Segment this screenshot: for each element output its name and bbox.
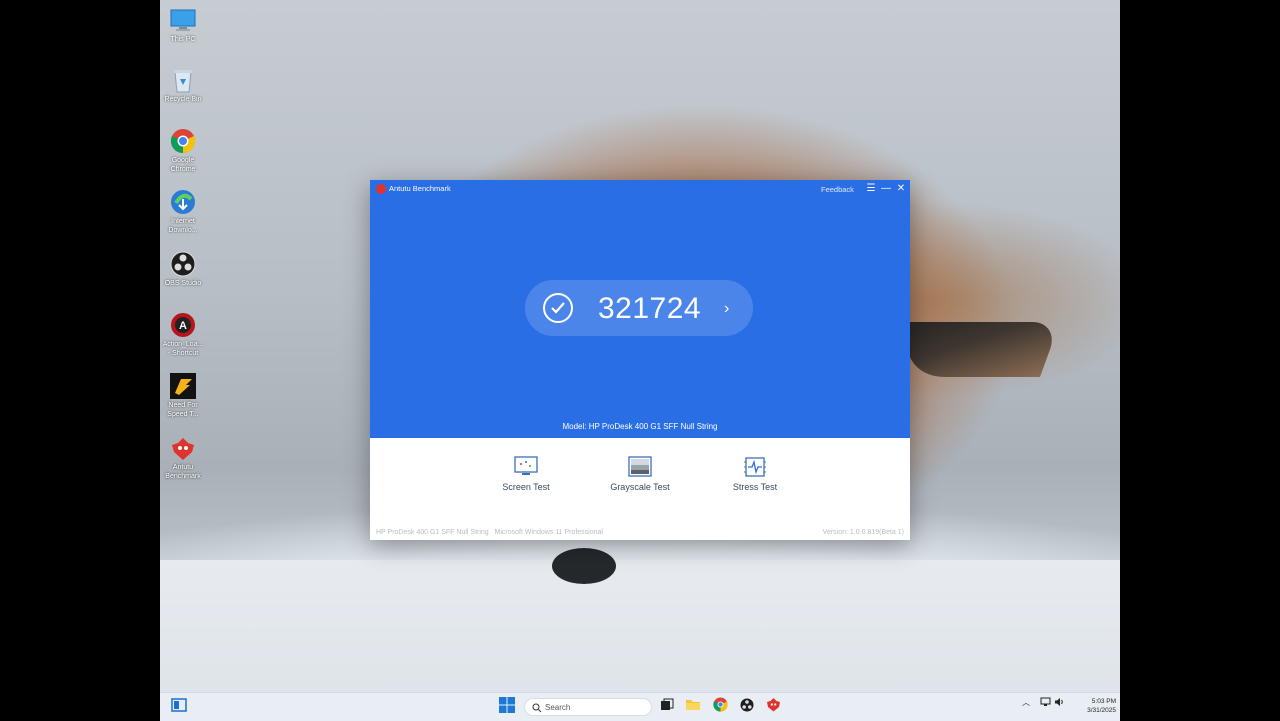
svg-text:A: A — [179, 320, 187, 332]
antutu-icon — [169, 434, 197, 462]
desktop-icon-this-pc[interactable]: This PC — [160, 6, 206, 45]
file-explorer-button[interactable] — [684, 698, 702, 716]
desktop-icon-label: Antutu Benchmark — [165, 464, 201, 480]
desktop-icon-label: OBS Studio — [164, 280, 202, 287]
antutu-window: Antutu Benchmark Feedback ☰ — ✕ 321724 ›… — [370, 180, 910, 540]
action-shortcut-icon: A — [169, 311, 197, 339]
obs-studio-icon — [169, 250, 197, 278]
desktop-icon-recycle-bin[interactable]: Recycle Bin — [160, 66, 206, 105]
wallpaper-fox-nose — [552, 548, 616, 584]
volume-icon[interactable] — [1054, 697, 1065, 709]
menu-icon[interactable]: ☰ — [864, 181, 878, 197]
search-placeholder: Search — [545, 703, 571, 712]
screen-test-label: Screen Test — [502, 482, 550, 492]
desktop-icon-chrome[interactable]: Google Chrome — [160, 127, 206, 174]
obs-studio-icon — [740, 698, 754, 717]
internet-download-manager-icon — [169, 188, 197, 216]
antutu-icon — [766, 697, 781, 717]
widgets-icon — [171, 697, 187, 717]
taskbar: Search ︿ 5:03 PM 3/31/2025 — [160, 692, 1120, 721]
task-view-button[interactable] — [658, 698, 676, 716]
stress-test-icon — [743, 456, 767, 478]
windows-start-icon — [499, 696, 515, 718]
tools-bar: Screen Test Grayscale Test Stress Test — [370, 438, 910, 522]
desktop-icon-label: Recycle Bin — [164, 96, 202, 103]
desktop-icon-obs[interactable]: OBS Studio — [160, 250, 206, 289]
clock-date: 3/31/2025 — [1087, 707, 1116, 714]
chrome-icon — [169, 127, 197, 155]
grayscale-test-button[interactable]: Grayscale Test — [600, 456, 680, 492]
grayscale-test-icon — [628, 456, 652, 478]
stress-test-label: Stress Test — [732, 482, 778, 492]
desktop-icon-action[interactable]: A Action_Loa... - Shortcut — [160, 311, 206, 358]
score-panel: 321724 › Model: HP ProDesk 400 G1 SFF Nu… — [370, 198, 910, 438]
stress-test-button[interactable]: Stress Test — [715, 456, 795, 492]
grayscale-test-label: Grayscale Test — [610, 482, 670, 492]
clock-time: 5:03 PM — [1091, 698, 1116, 705]
desktop-icon-label: Need For Speed T... — [167, 402, 199, 418]
footer-device-info: HP ProDesk 400 G1 SFF Null String Micros… — [376, 529, 603, 536]
status-footer: HP ProDesk 400 G1 SFF Null String Micros… — [370, 526, 910, 540]
need-for-speed-icon — [169, 372, 197, 400]
benchmark-score: 321724 — [598, 292, 702, 325]
desktop-icon-idm[interactable]: Internet Downlo... — [160, 188, 206, 235]
screen-test-icon — [514, 456, 538, 478]
desktop-icon-label: Google Chrome — [170, 157, 196, 173]
recycle-bin-icon — [169, 66, 197, 94]
screen-test-button[interactable]: Screen Test — [486, 456, 566, 492]
desktop: This PC Recycle Bin Google Chrome Intern… — [160, 0, 1120, 720]
title-bar[interactable]: Antutu Benchmark Feedback ☰ — ✕ — [370, 180, 910, 198]
desktop-icon-label: This PC — [170, 36, 196, 43]
device-model: Model: HP ProDesk 400 G1 SFF Null String — [562, 422, 718, 431]
task-view-icon — [660, 698, 674, 717]
network-icon[interactable] — [1040, 697, 1051, 709]
footer-version: Version: 1.0.0.819(Beta 1) — [822, 529, 904, 536]
desktop-icon-nfs[interactable]: Need For Speed T... — [160, 372, 206, 419]
start-button[interactable] — [498, 696, 516, 718]
footer-os: Microsoft Windows 11 Professional — [494, 529, 603, 536]
chrome-taskbar-button[interactable] — [711, 697, 729, 717]
chrome-icon — [712, 697, 728, 717]
score-button[interactable]: 321724 › — [525, 280, 753, 336]
antutu-logo-icon — [376, 184, 386, 194]
search-icon — [532, 703, 542, 715]
desktop-icon-label: Action_Loa... - Shortcut — [162, 341, 204, 357]
feedback-link[interactable]: Feedback — [821, 185, 854, 194]
chevron-up-icon[interactable]: ︿ — [1022, 697, 1030, 708]
chevron-right-icon: › — [724, 300, 730, 317]
close-button[interactable]: ✕ — [894, 181, 908, 197]
wallpaper-fox-ear — [889, 322, 1061, 377]
folder-icon — [685, 698, 701, 716]
desktop-icon-antutu[interactable]: Antutu Benchmark — [160, 434, 206, 481]
window-title: Antutu Benchmark — [389, 184, 451, 193]
taskbar-search[interactable]: Search — [524, 698, 652, 716]
widgets-button[interactable] — [170, 697, 188, 717]
checkmark-icon — [543, 293, 573, 323]
system-clock[interactable]: 5:03 PM 3/31/2025 — [1070, 697, 1116, 715]
wallpaper-snow-front — [160, 560, 1120, 692]
minimize-button[interactable]: — — [879, 181, 893, 197]
desktop-icon-label: Internet Downlo... — [168, 218, 198, 234]
this-pc-icon — [169, 6, 197, 34]
footer-device: HP ProDesk 400 G1 SFF Null String — [376, 529, 489, 536]
antutu-taskbar-button[interactable] — [764, 698, 782, 716]
obs-taskbar-button[interactable] — [738, 698, 756, 716]
